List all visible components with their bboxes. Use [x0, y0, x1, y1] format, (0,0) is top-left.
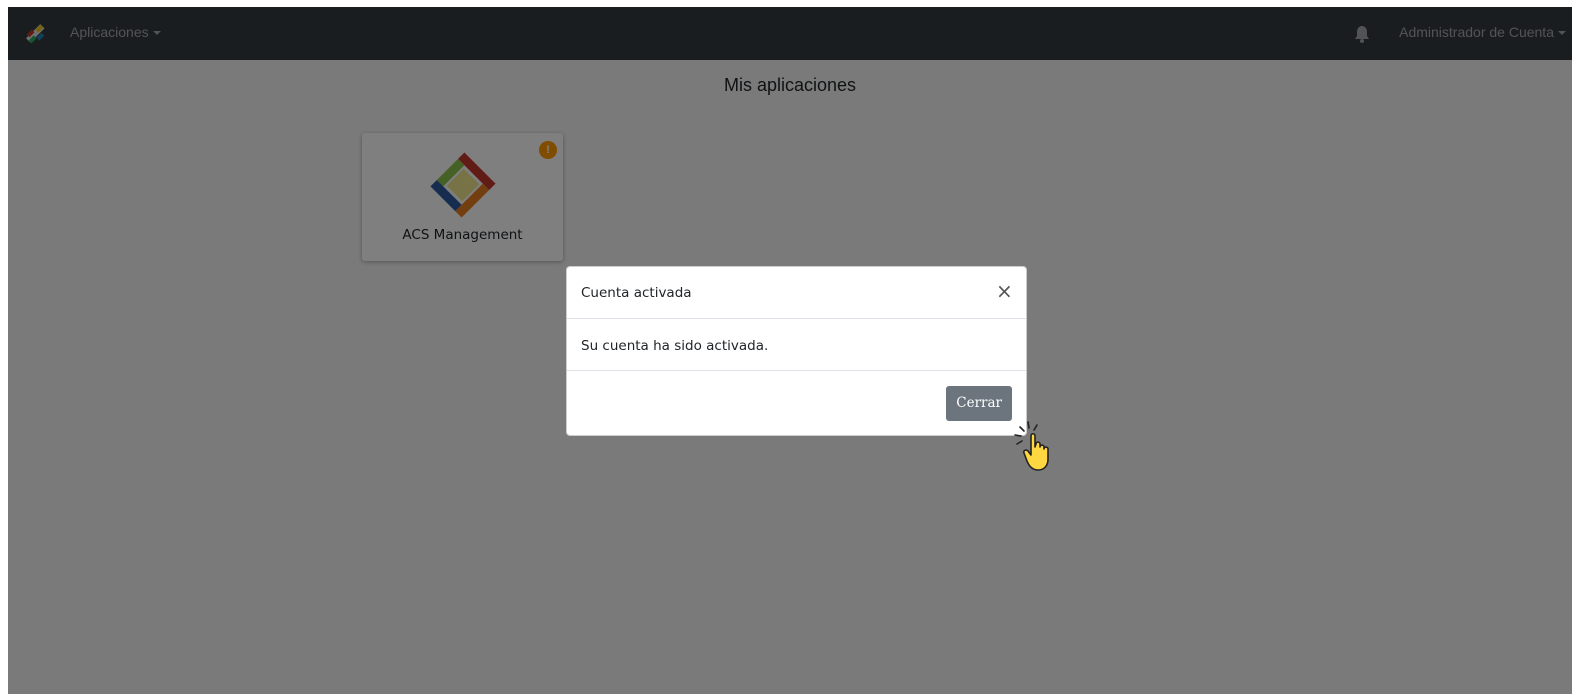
close-button[interactable]: × — [996, 281, 1013, 301]
modal-message: Su cuenta ha sido activada. — [581, 338, 769, 354]
modal-header: Cuenta activada × — [567, 267, 1026, 319]
pointer-hand-icon — [1014, 421, 1049, 471]
modal-body: Su cuenta ha sido activada. — [567, 319, 1026, 371]
modal-footer: Cerrar — [567, 371, 1026, 435]
close-modal-button[interactable]: Cerrar — [946, 386, 1012, 421]
account-activated-dialog: Cuenta activada × Su cuenta ha sido acti… — [566, 266, 1027, 436]
modal-title: Cuenta activada — [581, 285, 692, 301]
app-window: Aplicaciones Administrador de Cuenta Mis… — [8, 7, 1572, 694]
